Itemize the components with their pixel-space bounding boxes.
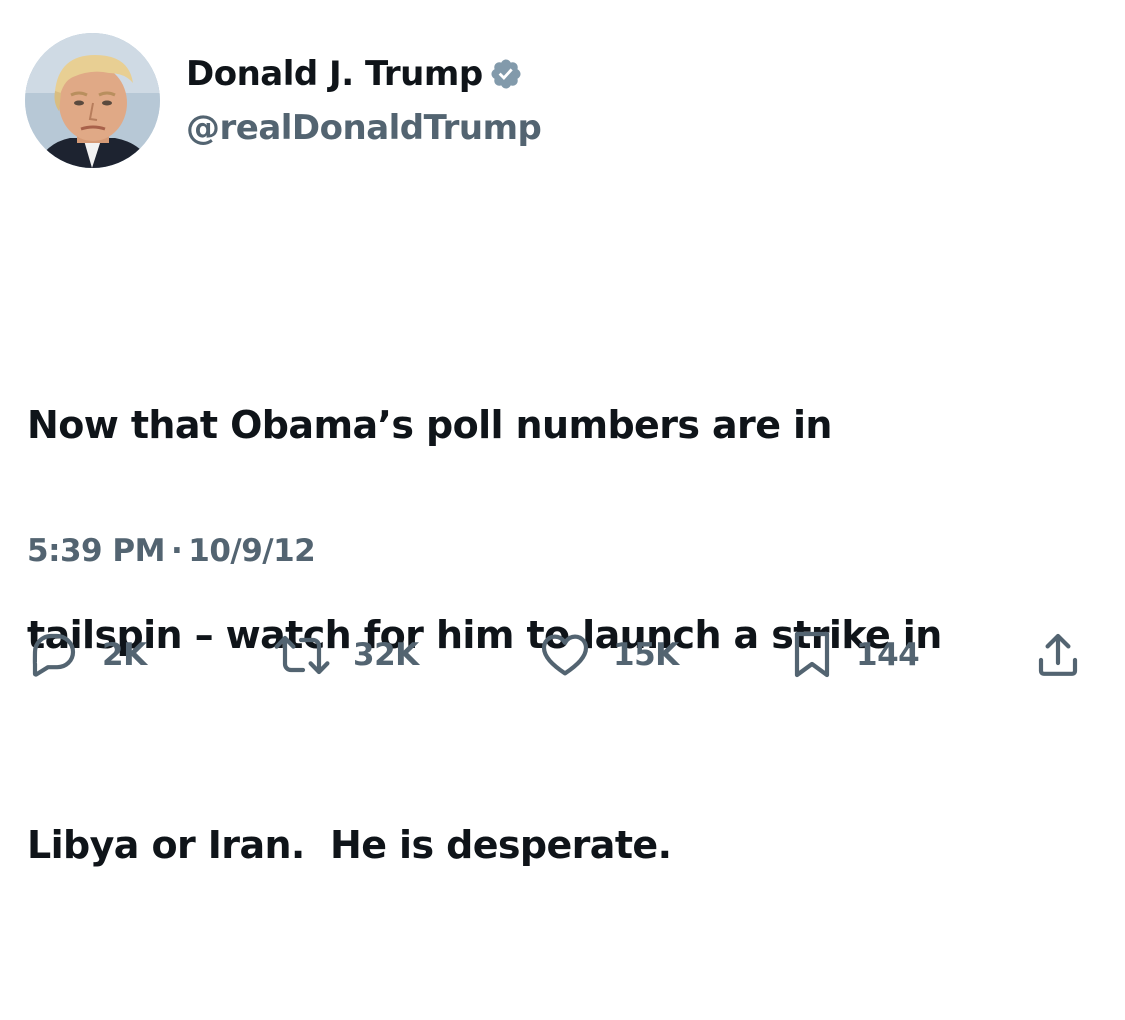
like-button[interactable]: 15K [539,625,679,685]
tweet-timestamp[interactable]: 5:39 PM · 10/9/12 [27,533,316,569]
retweet-count: 32K [353,637,419,673]
heart-icon [541,634,589,676]
bookmark-button[interactable]: 144 [790,625,920,685]
bookmark-icon [794,631,830,678]
profile-photo [25,33,160,168]
author-name-row[interactable]: Donald J. Trump [186,52,523,96]
tweet-text-line: Now that Obama’s poll numbers are in [27,403,832,447]
share-button[interactable] [1034,625,1082,685]
reply-button[interactable]: 2K [28,625,147,685]
avatar[interactable] [25,33,160,168]
tweet-actions-bar: 2K 32K 15K 144 [0,625,1125,685]
tweet-time[interactable]: 5:39 PM [27,533,165,569]
retweet-icon [274,635,330,675]
reply-icon [32,633,76,677]
verified-badge-icon [491,59,521,89]
like-count: 15K [613,637,679,673]
tweet-card: Donald J. Trump @realDonaldTrump Now tha… [0,0,1125,867]
retweet-button[interactable]: 32K [273,625,419,685]
share-icon [1038,633,1078,676]
author-handle[interactable]: @realDonaldTrump [186,108,542,148]
tweet-date[interactable]: 10/9/12 [188,533,316,569]
bookmark-count: 144 [856,637,920,673]
tweet-text-line: Libya or Iran. He is desperate. [27,823,672,867]
timestamp-separator: · [170,533,183,569]
author-display-name[interactable]: Donald J. Trump [186,54,483,94]
reply-count: 2K [102,637,147,673]
card-bottom-edge [0,706,1125,719]
